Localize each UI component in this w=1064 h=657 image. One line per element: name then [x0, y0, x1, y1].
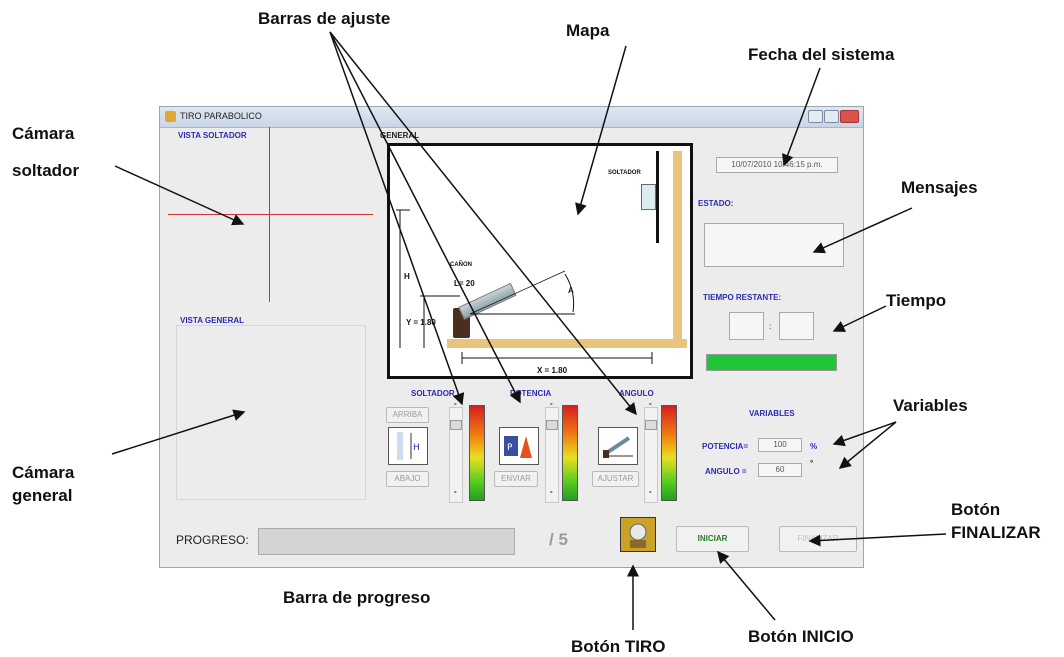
- angulo-icon: [598, 427, 638, 465]
- map-panel: SOLTADOR CAÑON L= 20 A H Y = 1.80 X = 1.…: [387, 143, 693, 379]
- ajustar-button[interactable]: AJUSTAR: [592, 471, 639, 487]
- potencia-scroll-thumb[interactable]: [546, 420, 558, 430]
- system-date: 10/07/2010 10:46:15 p.m.: [716, 157, 838, 173]
- vista-soltador-camera: [168, 127, 373, 307]
- potencia-level-bar: [562, 405, 578, 501]
- map-title: GENERAL: [380, 131, 420, 140]
- enviar-button[interactable]: ENVIAR: [494, 471, 538, 487]
- soltador-minus: -: [454, 487, 457, 496]
- vista-general-camera: [176, 325, 366, 500]
- time-separator: :: [769, 322, 772, 331]
- label-barra-progreso: Barra de progreso: [283, 588, 431, 607]
- angulo-minus: -: [649, 487, 652, 496]
- svg-text:H: H: [413, 443, 420, 453]
- finalizar-button[interactable]: FINALIZAR: [779, 526, 857, 552]
- tiro-button[interactable]: [620, 517, 656, 552]
- angulo-scroll-thumb[interactable]: [645, 420, 657, 430]
- svg-text:P: P: [507, 443, 513, 453]
- maximize-button[interactable]: [824, 110, 839, 123]
- app-window: TIRO PARABOLICO VISTA SOLTADOR VISTA GEN…: [159, 106, 864, 568]
- label-boton-finalizar-1: Botón: [951, 500, 1001, 519]
- angulo-control-label: ANGULO: [619, 389, 654, 398]
- time-progress-track: [706, 354, 837, 371]
- status-message: [704, 223, 844, 267]
- abajo-button[interactable]: ABAJO: [386, 471, 429, 487]
- label-boton-finalizar-2: FINALIZAR: [951, 523, 1041, 542]
- label-boton-tiro: Botón TIRO: [571, 637, 666, 656]
- angulo-plus: -: [649, 399, 652, 408]
- soltador-level-bar: [469, 405, 485, 501]
- potencia-plus: -: [550, 399, 553, 408]
- variables-title: VARIABLES: [749, 409, 795, 418]
- soltador-height-icon: H: [388, 427, 428, 465]
- potencia-unit: %: [810, 442, 818, 451]
- label-camara-general-1: Cámara: [12, 463, 75, 482]
- time-progress-fill: [707, 355, 836, 370]
- time-seconds: [779, 312, 814, 340]
- soltador-control-label: SOLTADOR: [411, 389, 455, 398]
- soltador-scroll-thumb[interactable]: [450, 420, 462, 430]
- window-title: TIRO PARABOLICO: [180, 111, 262, 121]
- angulo-value: 60: [758, 463, 802, 477]
- estado-label: ESTADO:: [698, 199, 734, 208]
- angulo-unit: °: [810, 459, 814, 468]
- potencia-control-label: POTENCIA: [510, 389, 552, 398]
- vista-general-label: VISTA GENERAL: [180, 316, 245, 325]
- potencia-var-label: POTENCIA=: [702, 442, 749, 451]
- map-dimension-lines: [396, 209, 653, 364]
- arriba-button[interactable]: ARRIBA: [386, 407, 429, 423]
- time-minutes: [729, 312, 764, 340]
- label-mapa: Mapa: [566, 21, 610, 40]
- soltador-plus: -: [454, 399, 457, 408]
- progreso-label: PROGRESO:: [176, 533, 249, 547]
- label-variables: Variables: [893, 396, 968, 415]
- potencia-minus: -: [550, 487, 553, 496]
- label-fecha-sistema: Fecha del sistema: [748, 45, 895, 64]
- tiempo-restante-label: TIEMPO RESTANTE:: [703, 293, 782, 302]
- title-bar: TIRO PARABOLICO: [160, 107, 863, 128]
- angulo-level-bar: [661, 405, 677, 501]
- iniciar-button[interactable]: INICIAR: [676, 526, 749, 552]
- label-boton-inicio: Botón INICIO: [748, 627, 854, 646]
- potencia-icon: P: [499, 427, 539, 465]
- progress-track: [258, 528, 515, 555]
- angulo-var-label: ANGULO =: [705, 467, 747, 476]
- tiro-icon: [629, 523, 647, 548]
- progress-count: / 5: [549, 530, 568, 549]
- label-barras-ajuste: Barras de ajuste: [258, 9, 391, 28]
- label-camara-soltador-2: soltador: [12, 161, 80, 180]
- label-tiempo: Tiempo: [886, 291, 947, 310]
- potencia-value: 100: [758, 438, 802, 452]
- label-mensajes: Mensajes: [901, 178, 978, 197]
- label-camara-soltador-1: Cámara: [12, 124, 75, 143]
- crosshair-vertical: [269, 127, 270, 302]
- label-camara-general-2: general: [12, 486, 73, 505]
- minimize-button[interactable]: [808, 110, 823, 123]
- close-button[interactable]: [840, 110, 859, 123]
- app-icon: [165, 111, 176, 122]
- crosshair-horizontal: [168, 214, 373, 215]
